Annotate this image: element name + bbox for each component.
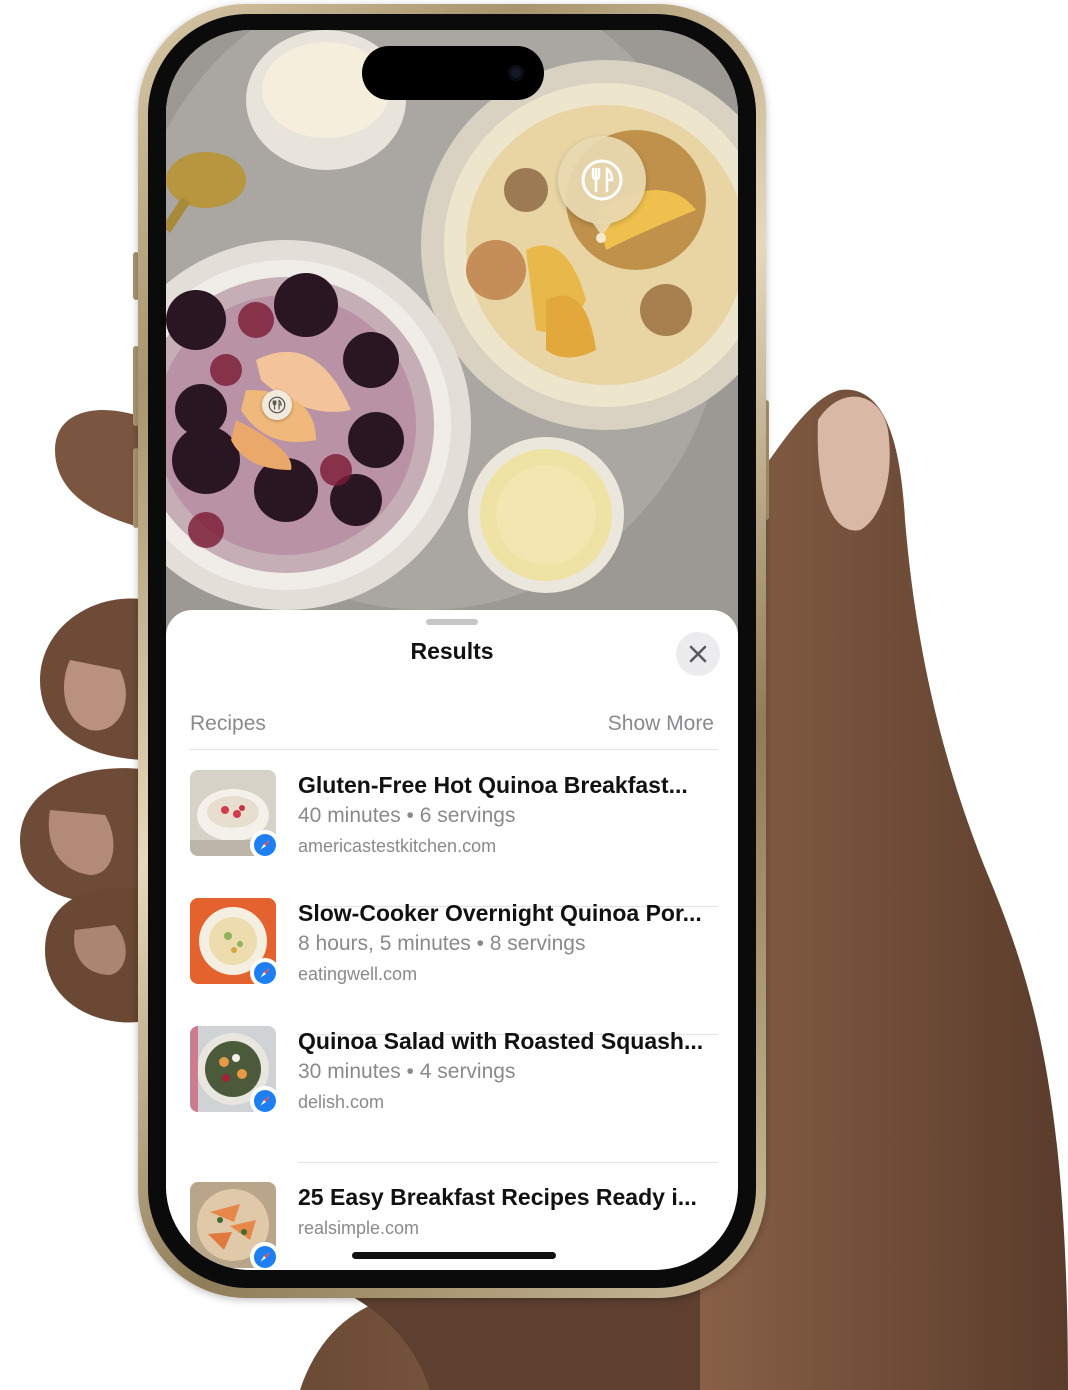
safari-icon <box>254 834 276 856</box>
recipe-title: Quinoa Salad with Roasted Squash... <box>298 1028 704 1054</box>
recipe-title: Gluten-Free Hot Quinoa Breakfast... <box>298 772 688 798</box>
recipe-source: eatingwell.com <box>298 964 418 984</box>
safari-badge <box>250 1086 280 1116</box>
recipe-meta: 8 hours, 5 minutes • 8 servings <box>298 932 586 955</box>
recipe-result-1[interactable]: Gluten-Free Hot Quinoa Breakfast... 40 m… <box>190 770 718 890</box>
sheet-title: Results <box>410 638 494 664</box>
recipe-source: realsimple.com <box>298 1218 420 1238</box>
recipe-source: delish.com <box>298 1092 385 1112</box>
close-button[interactable] <box>676 632 720 676</box>
phone-screen: Results Recipes Show More Gluten-Free Ho… <box>166 30 738 1270</box>
recipe-title: Slow-Cooker Overnight Quinoa Por... <box>298 900 702 926</box>
recipe-title: 25 Easy Breakfast Recipes Ready i... <box>298 1184 697 1210</box>
fork-knife-icon <box>581 159 623 201</box>
fork-knife-icon <box>268 396 286 414</box>
camera-icon <box>508 65 524 81</box>
food-photo-illustration <box>166 30 738 640</box>
divider <box>298 1162 718 1163</box>
recipe-meta: 30 minutes • 4 servings <box>298 1060 516 1083</box>
home-indicator[interactable] <box>352 1252 556 1259</box>
visual-lookup-pin-small[interactable] <box>262 390 292 420</box>
safari-badge <box>250 830 280 860</box>
recipe-meta: 40 minutes • 6 servings <box>298 804 516 827</box>
dynamic-island <box>362 46 544 100</box>
recipe-result-3[interactable]: Quinoa Salad with Roasted Squash... 30 m… <box>190 1026 718 1146</box>
divider <box>190 749 718 750</box>
section-label-recipes: Recipes <box>190 712 266 735</box>
results-sheet: Results Recipes Show More Gluten-Free Ho… <box>166 610 738 1270</box>
recipe-source: americastestkitchen.com <box>298 836 497 856</box>
visual-lookup-pin[interactable] <box>558 136 646 236</box>
lookup-target-dot <box>596 233 606 243</box>
safari-badge <box>250 958 280 988</box>
recipe-result-2[interactable]: Slow-Cooker Overnight Quinoa Por... 8 ho… <box>190 898 718 1018</box>
safari-badge <box>250 1242 280 1270</box>
sheet-grabber[interactable] <box>426 619 478 625</box>
safari-icon <box>254 1090 276 1112</box>
food-photo <box>166 30 738 640</box>
xmark-icon <box>689 645 707 663</box>
safari-icon <box>254 962 276 984</box>
show-more-link[interactable]: Show More <box>608 712 714 736</box>
safari-icon <box>254 1246 276 1268</box>
